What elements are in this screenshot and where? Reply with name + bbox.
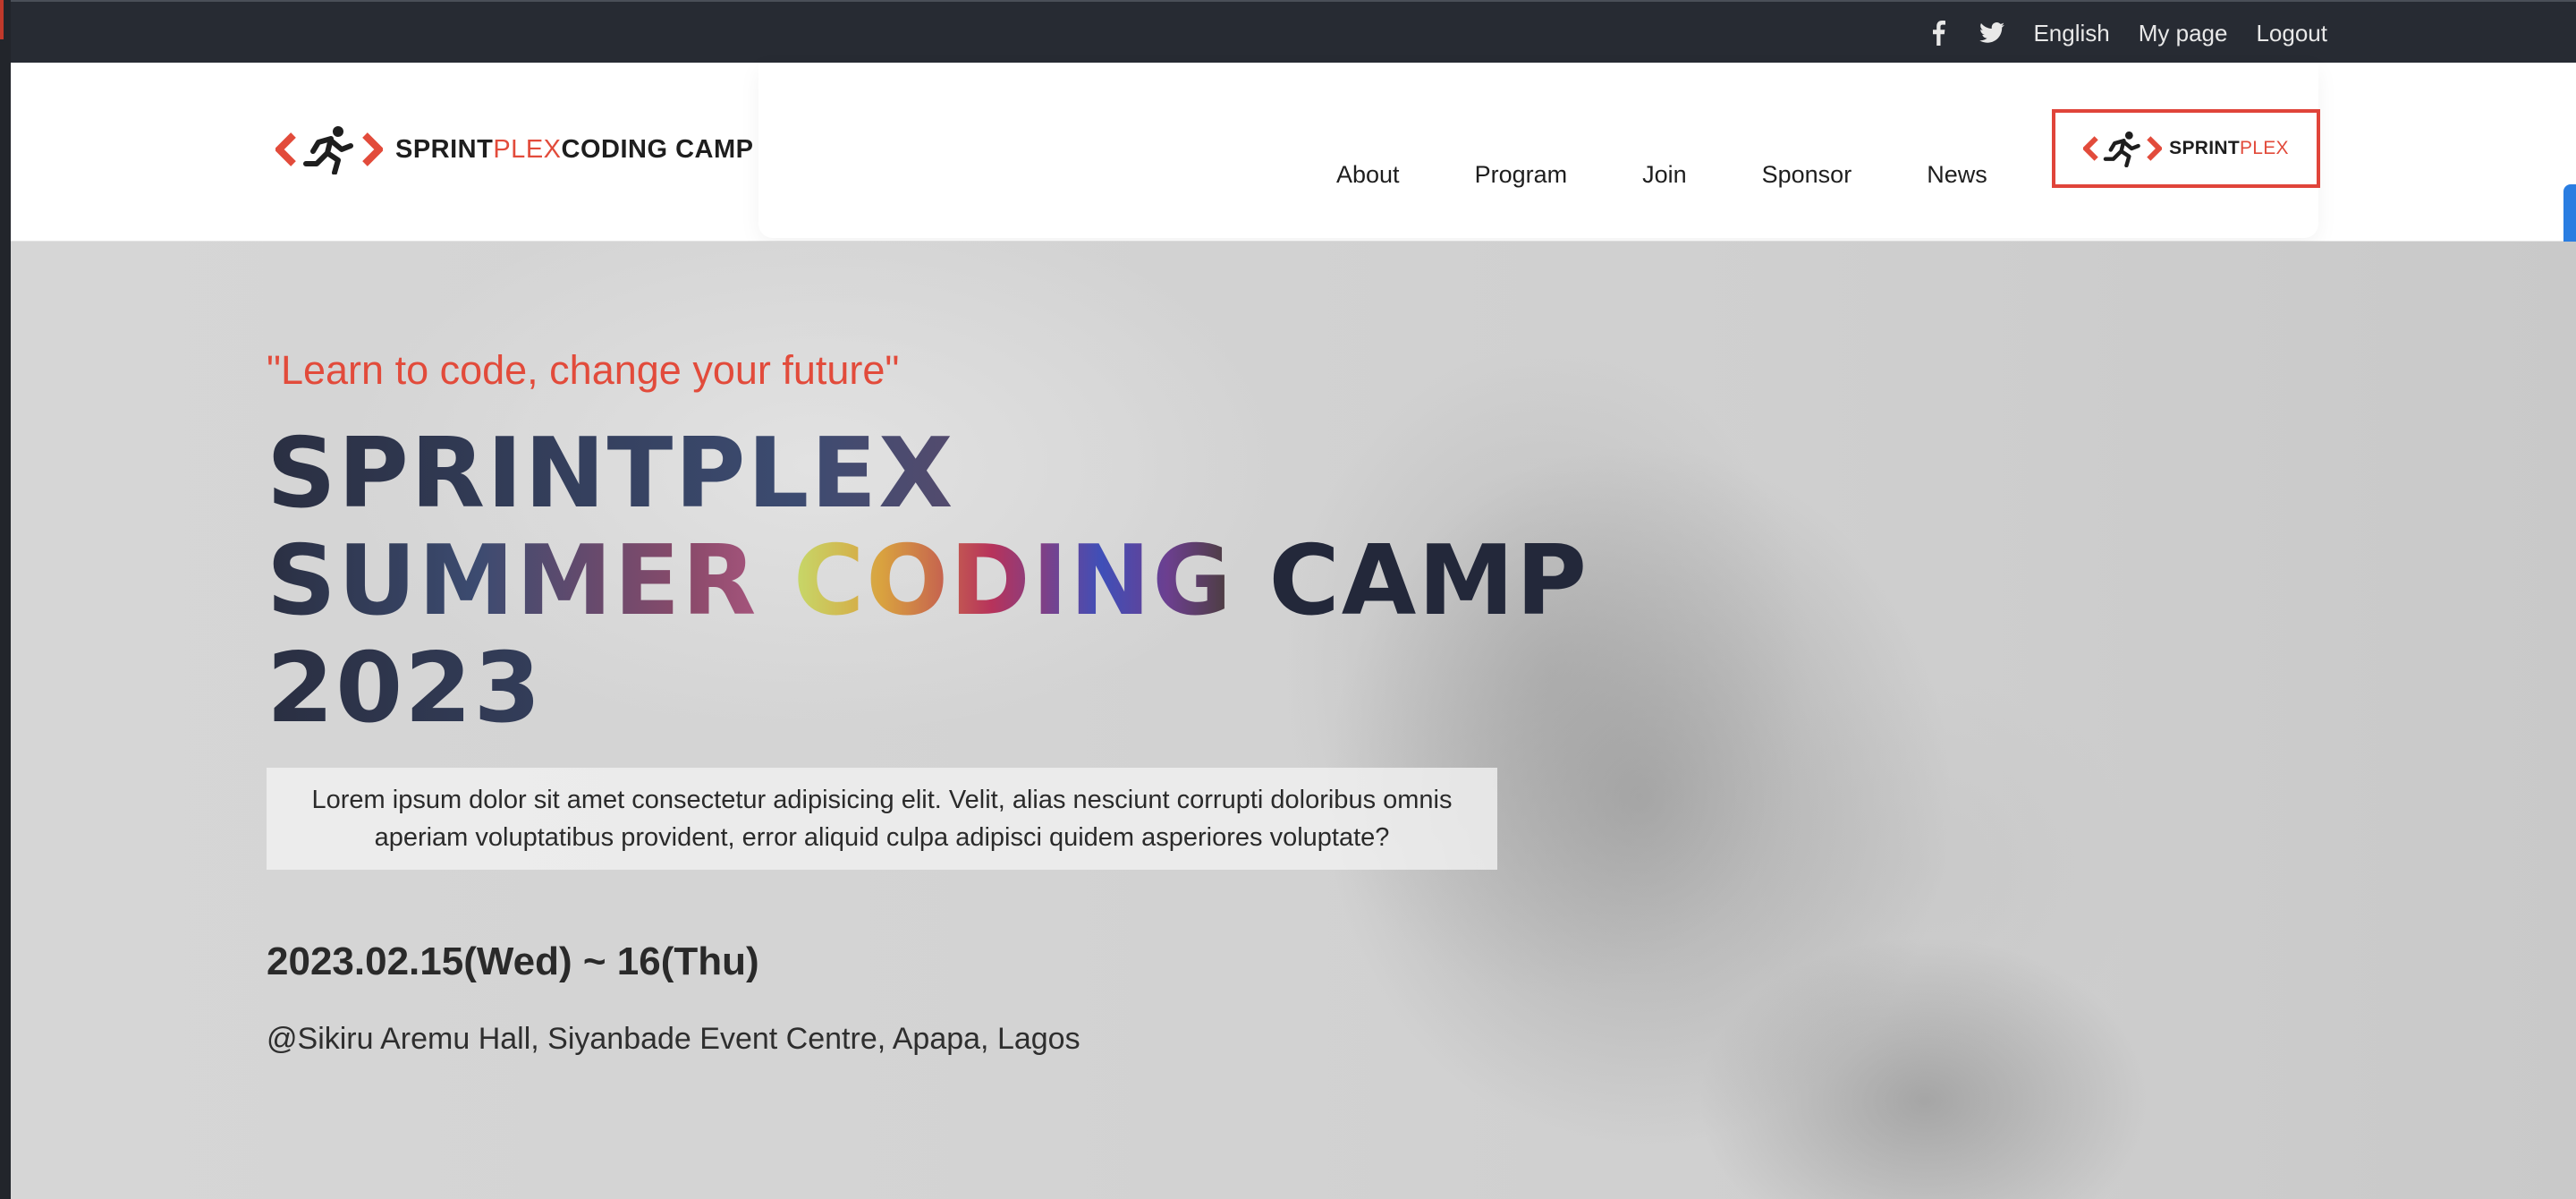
hero-title-camp: CAMP: [1233, 525, 1589, 637]
event-date: 2023.02.15(Wed) ~ 16(Thu): [267, 940, 759, 983]
logout-link[interactable]: Logout: [2256, 20, 2327, 47]
logo-text: SPRINTPLEXCODING CAMP: [395, 135, 753, 165]
logo-text-plex: PLEX: [493, 134, 562, 164]
hero-tagline: "Learn to code, change your future": [267, 347, 900, 393]
nav-item-sponsor[interactable]: Sponsor: [1762, 161, 1852, 189]
site-logo[interactable]: SPRINTPLEXCODING CAMP: [275, 118, 753, 181]
logo-text-coding-camp: CODING CAMP: [561, 134, 754, 164]
logo-text-sprint: SPRINT: [395, 134, 494, 164]
top-bar: English My page Logout: [11, 0, 2576, 63]
sponsor-logo-badge[interactable]: SPRINTPLEX: [2052, 109, 2320, 188]
hero-title-line-2: SUMMER CODING CAMP: [267, 528, 1589, 635]
top-bar-links: English My page Logout: [1926, 2, 2327, 64]
runner-logo-icon: [275, 126, 383, 174]
sponsor-logo-text-sprint: SPRINT: [2169, 138, 2240, 158]
window-edge-marker: [0, 0, 4, 39]
hero-title: SPRINTPLEX SUMMER CODING CAMP 2023: [267, 421, 1589, 743]
hero-title-line-3: 2023: [267, 635, 1589, 743]
site-header: SPRINTPLEXCODING CAMP About Program Join…: [11, 63, 2576, 276]
page: English My page Logout SPRINTPLEXCODING …: [11, 0, 2576, 1199]
hero-title-line-1: SPRINTPLEX: [267, 421, 1589, 528]
window-left-edge: [0, 0, 11, 1199]
hero-title-summer: SUMMER: [267, 525, 793, 637]
sponsor-logo-text-plex: PLEX: [2239, 138, 2289, 158]
hero-section: "Learn to code, change your future" SPRI…: [11, 242, 2576, 1199]
sponsor-logo-text: SPRINTPLEX: [2169, 138, 2289, 159]
language-selector[interactable]: English: [2033, 20, 2109, 47]
event-venue: @Sikiru Aremu Hall, Siyanbade Event Cent…: [267, 1022, 1080, 1056]
hero-background-photo-secondary: [1585, 868, 2265, 1199]
nav-item-program[interactable]: Program: [1475, 161, 1568, 189]
twitter-icon[interactable]: [1979, 21, 2005, 46]
nav-item-news[interactable]: News: [1927, 161, 1987, 189]
hero-title-coding: CODING: [792, 525, 1233, 637]
nav-item-about[interactable]: About: [1336, 161, 1400, 189]
facebook-icon[interactable]: [1926, 21, 1951, 46]
main-nav: About Program Join Sponsor News: [1336, 125, 1987, 224]
my-page-link[interactable]: My page: [2139, 20, 2228, 47]
hero-description: Lorem ipsum dolor sit amet consectetur a…: [267, 768, 1497, 870]
nav-item-join[interactable]: Join: [1642, 161, 1687, 189]
runner-logo-icon: [2083, 131, 2163, 167]
